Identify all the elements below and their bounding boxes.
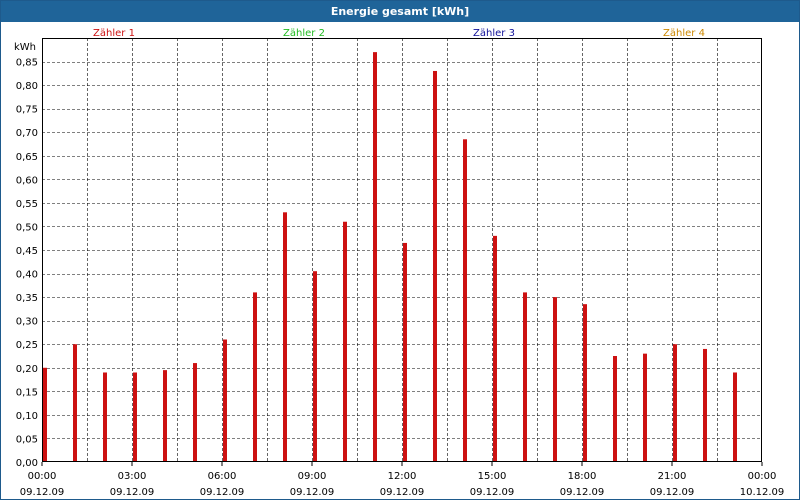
bar xyxy=(73,344,77,462)
x-tick-time: 12:00 xyxy=(388,471,417,482)
bar xyxy=(553,297,557,462)
bar xyxy=(313,271,317,462)
x-tick-time: 00:00 xyxy=(748,471,777,482)
bar xyxy=(583,304,587,462)
bar xyxy=(223,339,227,462)
x-tick-date: 09.12.09 xyxy=(110,487,155,498)
x-tick-time: 06:00 xyxy=(208,471,237,482)
x-tick-date: 10.12.09 xyxy=(740,487,785,498)
y-tick-label: 0,20 xyxy=(16,364,38,375)
bar xyxy=(43,367,47,462)
bar xyxy=(703,348,707,462)
x-tick-time: 15:00 xyxy=(478,471,507,482)
x-tick-date: 09.12.09 xyxy=(380,487,425,498)
y-tick-label: 0,25 xyxy=(16,340,38,351)
x-tick-time: 18:00 xyxy=(568,471,597,482)
x-tick-date: 09.12.09 xyxy=(650,487,695,498)
bar xyxy=(193,363,197,462)
bar xyxy=(163,370,167,462)
bar xyxy=(343,221,347,462)
bar xyxy=(613,356,617,462)
y-tick-label: 0,65 xyxy=(16,152,38,163)
y-tick-label: 0,15 xyxy=(16,387,38,398)
y-tick-label: 0,35 xyxy=(16,293,38,304)
y-tick-label: 0,60 xyxy=(16,175,38,186)
bar xyxy=(733,372,737,462)
y-tick-label: 0,50 xyxy=(16,222,38,233)
legend-item: Zähler 4 xyxy=(663,28,705,39)
x-tick-date: 09.12.09 xyxy=(560,487,605,498)
y-tick-label: 0,00 xyxy=(16,458,38,469)
y-tick-label: 0,45 xyxy=(16,246,38,257)
bar xyxy=(253,292,257,462)
x-tick-date: 09.12.09 xyxy=(200,487,245,498)
plot-area xyxy=(42,38,762,462)
y-tick-label: 0,70 xyxy=(16,128,38,139)
y-tick-label: 0,85 xyxy=(16,58,38,69)
bar xyxy=(493,235,497,462)
y-tick-label: 0,40 xyxy=(16,270,38,281)
bar xyxy=(373,52,377,463)
x-tick-time: 00:00 xyxy=(28,471,57,482)
grid xyxy=(42,38,762,462)
x-tick-date: 09.12.09 xyxy=(290,487,335,498)
legend-item: Zähler 2 xyxy=(283,28,325,39)
legend: Zähler 1 Zähler 2 Zähler 3 Zähler 4 xyxy=(93,28,705,39)
x-tick-time: 09:00 xyxy=(298,471,327,482)
x-tick-date: 09.12.09 xyxy=(20,487,65,498)
bar xyxy=(133,372,137,462)
bar xyxy=(673,344,677,462)
x-axis: 00:00 09.12.09 03:00 09.12.09 06:00 09.12.09 0… xyxy=(20,462,785,498)
y-axis: kWh 0,00 0,05 0,10 0,15 0,20 0,25 0,30 0,35 0,40… xyxy=(14,42,38,469)
x-tick-date: 09.12.09 xyxy=(470,487,515,498)
bar xyxy=(433,70,437,462)
bar xyxy=(103,372,107,462)
bar xyxy=(403,242,407,462)
bar xyxy=(523,292,527,462)
y-tick-label: 0,55 xyxy=(16,199,38,210)
bar xyxy=(643,353,647,462)
x-tick-time: 03:00 xyxy=(118,471,147,482)
y-tick-label: 0,80 xyxy=(16,81,38,92)
y-tick-label: 0,75 xyxy=(16,105,38,116)
bar xyxy=(283,212,287,462)
bar xyxy=(463,139,467,463)
bars xyxy=(43,52,737,463)
y-axis-label: kWh xyxy=(14,42,36,53)
energy-chart: Zähler 1 Zähler 2 Zähler 3 Zähler 4 kWh 0,0… xyxy=(14,28,785,498)
y-tick-label: 0,10 xyxy=(16,411,38,422)
legend-item: Zähler 1 xyxy=(93,28,135,39)
x-tick-time: 21:00 xyxy=(658,471,687,482)
y-tick-label: 0,05 xyxy=(16,434,38,445)
legend-item: Zähler 3 xyxy=(473,28,515,39)
y-tick-label: 0,30 xyxy=(16,317,38,328)
